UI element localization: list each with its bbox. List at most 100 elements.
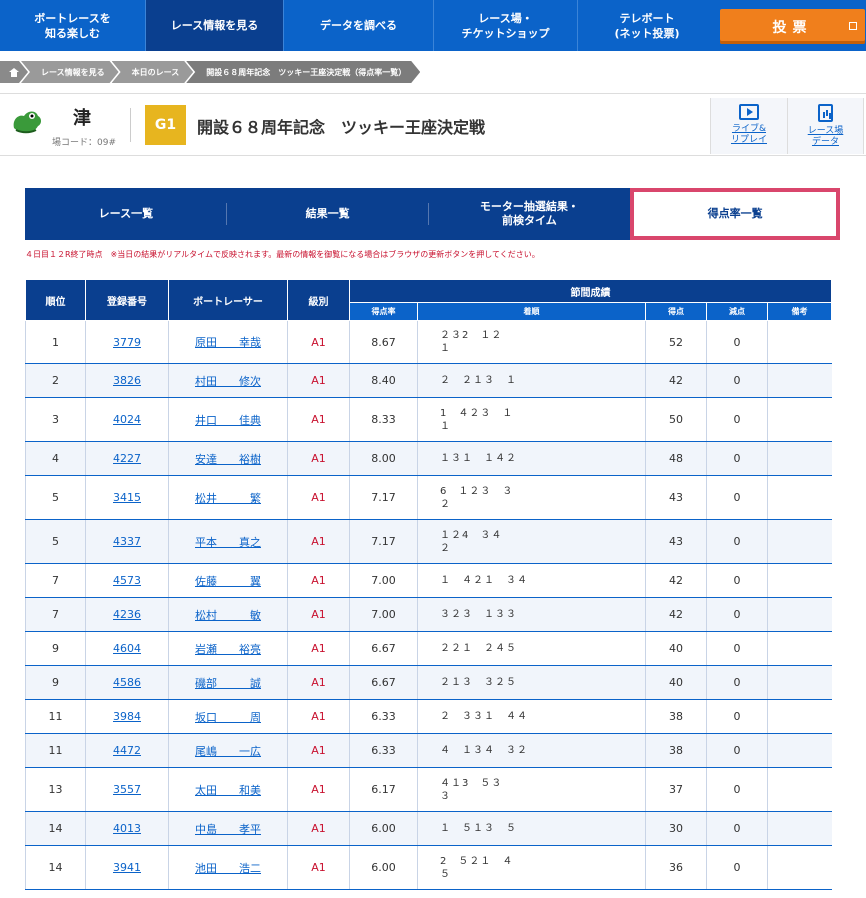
deduction-cell: 0	[706, 767, 768, 812]
registration-cell: 4604	[85, 631, 169, 666]
deduction-cell: 0	[706, 665, 768, 700]
table-row: 5 4337 平本 真之 A1 7.17 １２4 ３４ ２ 43 0	[25, 519, 832, 564]
registration-link[interactable]: 3826	[113, 374, 141, 387]
racer-name-link[interactable]: 松村 敏	[195, 609, 261, 622]
remarks-cell	[766, 519, 832, 564]
tab-race-list[interactable]: レース一覧	[25, 188, 227, 240]
registration-cell: 3941	[85, 845, 169, 890]
points-cell: 36	[645, 845, 707, 890]
class-cell: A1	[287, 597, 350, 632]
points-cell: 38	[645, 699, 707, 734]
racer-name-cell: 中島 孝平	[168, 811, 288, 846]
racer-name-link[interactable]: 佐藤 翼	[195, 575, 261, 588]
registration-link[interactable]: 4604	[113, 642, 141, 655]
nav-learn[interactable]: ボートレースを 知る楽しむ	[0, 0, 146, 51]
chart-document-icon	[818, 104, 833, 122]
registration-link[interactable]: 4227	[113, 452, 141, 465]
score-rate-cell: 6.17	[349, 767, 418, 812]
registration-link[interactable]: 4472	[113, 744, 141, 757]
deduction-cell: 0	[706, 563, 768, 598]
nav-teleboat[interactable]: テレボート (ネット投票)	[578, 0, 716, 51]
rank-cell: 5	[25, 519, 86, 564]
rank-cell: 3	[25, 397, 86, 442]
racer-name-link[interactable]: 安達 裕樹	[195, 453, 261, 466]
racer-name-link[interactable]: 岩瀬 裕亮	[195, 643, 261, 656]
breadcrumb-race-info[interactable]: レース情報を見る	[21, 61, 119, 83]
finish-order-cell: 2 ５２１ ４ ５	[417, 845, 646, 890]
stadium-data-button[interactable]: レース場 データ	[787, 98, 864, 154]
racer-name-link[interactable]: 松井 繁	[195, 492, 261, 505]
live-replay-label: ライブ& リプレイ	[730, 124, 767, 145]
registration-link[interactable]: 4013	[113, 822, 141, 835]
racer-name-cell: 松村 敏	[168, 597, 288, 632]
finish-order-cell: ３２３ １３３	[417, 597, 646, 632]
tab-results[interactable]: 結果一覧	[227, 188, 429, 240]
score-rate-cell: 8.67	[349, 320, 418, 364]
points-cell: 43	[645, 519, 707, 564]
finish-order-cell: 6 １２３ ３ ２	[417, 475, 646, 520]
registration-link[interactable]: 4236	[113, 608, 141, 621]
tab-motor-draw[interactable]: モーター抽選結果・ 前検タイム	[429, 188, 631, 240]
racer-name-link[interactable]: 池田 浩二	[195, 862, 261, 875]
racer-name-cell: 原田 幸哉	[168, 320, 288, 364]
racer-name-link[interactable]: 原田 幸哉	[195, 336, 261, 349]
racer-name-link[interactable]: 村田 修次	[195, 375, 261, 388]
class-cell: A1	[287, 699, 350, 734]
score-rate-cell: 6.67	[349, 665, 418, 700]
table-row: 9 4586 磯部 誠 A1 6.67 ２１３ ３２５ 40 0	[25, 665, 832, 700]
nav-data[interactable]: データを調べる	[284, 0, 434, 51]
registration-link[interactable]: 4337	[113, 535, 141, 548]
status-notice: ４日目１２R終了時点 ※当日の結果がリアルタイムで反映されます。最新の情報を御覧…	[25, 250, 540, 259]
deduction-cell: 0	[706, 320, 768, 364]
racer-name-link[interactable]: 平本 真之	[195, 536, 261, 549]
points-cell: 30	[645, 811, 707, 846]
racer-name-link[interactable]: 中島 孝平	[195, 823, 261, 836]
remarks-cell	[766, 699, 832, 734]
registration-link[interactable]: 4586	[113, 676, 141, 689]
table-row: 9 4604 岩瀬 裕亮 A1 6.67 ２２１ ２４５ 40 0	[25, 631, 832, 666]
remarks-cell	[766, 733, 832, 768]
live-replay-button[interactable]: ライブ& リプレイ	[710, 98, 787, 154]
deduction-cell: 0	[706, 733, 768, 768]
header-series-results: 節間成績	[348, 279, 833, 303]
nav-stadium-shop[interactable]: レース場・ チケットショップ	[434, 0, 578, 51]
vote-button[interactable]: 投票	[720, 9, 865, 44]
table-row: 11 4472 尾嶋 一広 A1 6.33 ４ １３４ ３２ 38 0	[25, 733, 832, 768]
tab-score-rate[interactable]: 得点率一覧	[630, 188, 840, 240]
registration-link[interactable]: 3984	[113, 710, 141, 723]
registration-cell: 3557	[85, 767, 169, 812]
grade-badge: G1	[145, 105, 186, 145]
finish-order-cell: ２ ３３１ ４４	[417, 699, 646, 734]
remarks-cell	[766, 397, 832, 442]
registration-link[interactable]: 3557	[113, 783, 141, 796]
registration-link[interactable]: 4573	[113, 574, 141, 587]
mascot-logo	[13, 111, 41, 134]
points-cell: 48	[645, 441, 707, 476]
points-cell: 43	[645, 475, 707, 520]
racer-name-cell: 磯部 誠	[168, 665, 288, 700]
racer-name-link[interactable]: 井口 佳典	[195, 414, 261, 427]
remarks-cell	[766, 363, 832, 398]
deduction-cell: 0	[706, 597, 768, 632]
table-row: 2 3826 村田 修次 A1 8.40 ２ ２１３ １ 42 0	[25, 363, 832, 398]
class-cell: A1	[287, 845, 350, 890]
racer-name-link[interactable]: 坂口 周	[195, 711, 261, 724]
rank-cell: 9	[25, 665, 86, 700]
registration-link[interactable]: 3415	[113, 491, 141, 504]
racer-name-link[interactable]: 太田 和美	[195, 784, 261, 797]
registration-cell: 4024	[85, 397, 169, 442]
racer-name-cell: 平本 真之	[168, 519, 288, 564]
deduction-cell: 0	[706, 811, 768, 846]
header-points: 得点	[645, 302, 707, 321]
class-cell: A1	[287, 519, 350, 564]
finish-order-cell: ２２１ ２４５	[417, 631, 646, 666]
registration-link[interactable]: 3779	[113, 336, 141, 349]
header-racer: ボートレーサー	[168, 279, 288, 321]
racer-name-link[interactable]: 尾嶋 一広	[195, 745, 261, 758]
nav-race-info[interactable]: レース情報を見る	[146, 0, 284, 51]
racer-name-link[interactable]: 磯部 誠	[195, 677, 261, 690]
registration-link[interactable]: 4024	[113, 413, 141, 426]
registration-link[interactable]: 3941	[113, 861, 141, 874]
table-row: 14 3941 池田 浩二 A1 6.00 2 ５２１ ４ ５ 36 0	[25, 845, 832, 890]
breadcrumb-today[interactable]: 本日のレース	[112, 61, 194, 83]
